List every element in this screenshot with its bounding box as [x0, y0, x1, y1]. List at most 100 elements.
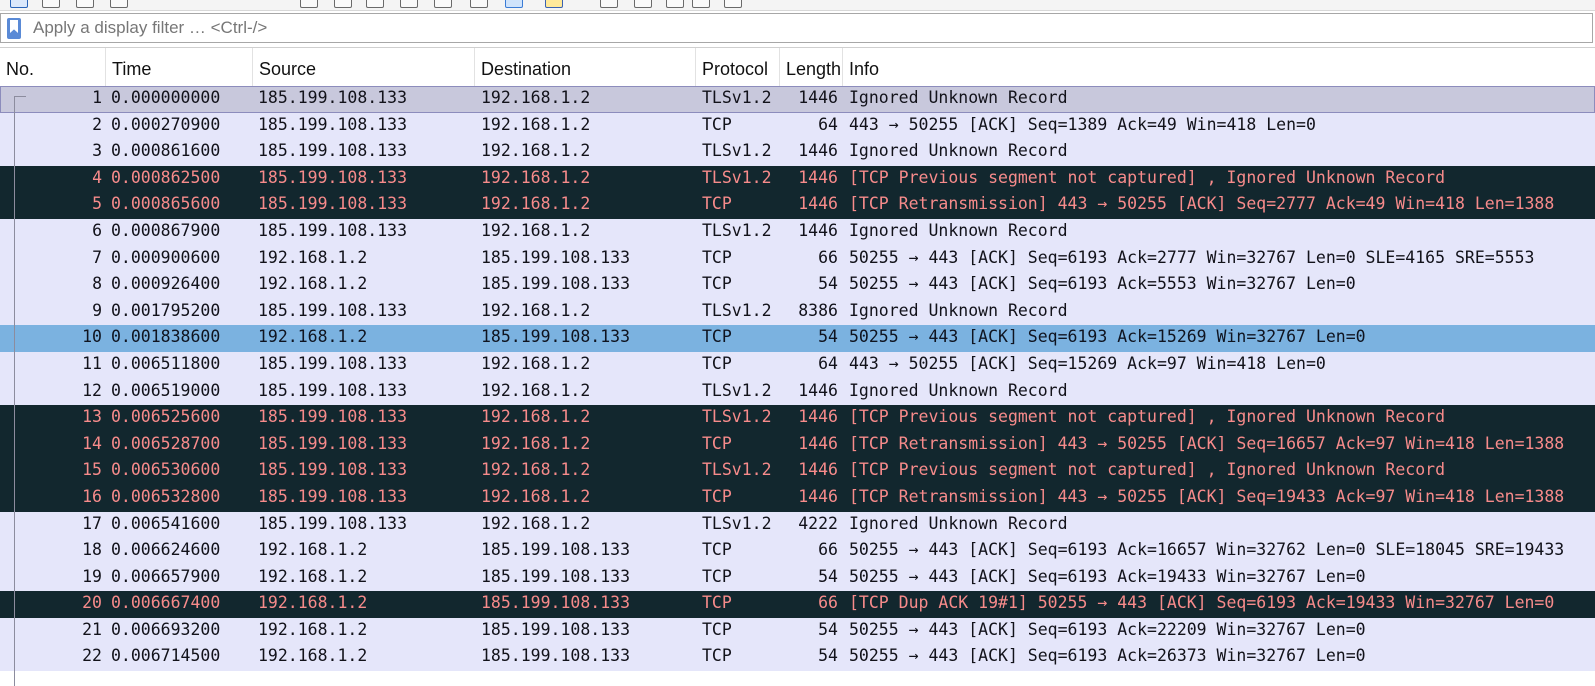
go-back-icon[interactable] [300, 0, 318, 8]
packet-row[interactable]: 3 0.000861600 185.199.108.133 192.168.1.2 TL… [0, 139, 1595, 166]
save-file-icon[interactable] [42, 0, 60, 8]
packet-row[interactable]: 9 0.001795200 185.199.108.133 192.168.1.2 TL… [0, 298, 1595, 326]
first-packet-icon[interactable] [400, 0, 418, 8]
packet-no: 15 [82, 460, 102, 480]
packet-info: 443 → 50255 [ACK] Seq=15269 Ack=97 Win=4… [849, 353, 1326, 373]
packet-source: 192.168.1.2 [258, 566, 368, 586]
column-header-time[interactable]: Time [106, 48, 253, 86]
packet-source: 185.199.108.133 [258, 486, 408, 506]
go-to-packet-icon[interactable] [366, 0, 384, 8]
packet-length: 4222 [798, 513, 838, 533]
close-file-icon[interactable] [76, 0, 94, 8]
packet-row[interactable]: 5 0.000865600 185.199.108.133 192.168.1.2 TC… [0, 192, 1595, 219]
packet-row[interactable]: 19 0.006657900 192.168.1.2 185.199.108.133 T… [0, 564, 1595, 592]
packet-row[interactable]: 21 0.006693200 192.168.1.2 185.199.108.133 T… [0, 617, 1595, 645]
packet-time: 0.006667400 [111, 593, 221, 613]
packet-time: 0.001795200 [111, 300, 221, 320]
packet-time: 0.000000000 [111, 88, 221, 107]
packet-time: 0.000926400 [111, 274, 221, 294]
packet-length: 54 [818, 274, 838, 294]
packet-destination: 185.199.108.133 [481, 646, 631, 666]
column-header-length[interactable]: Length [780, 48, 843, 86]
packet-destination: 185.199.108.133 [481, 247, 631, 267]
packet-info: Ignored Unknown Record [849, 220, 1068, 240]
packet-info: 50255 → 443 [ACK] Seq=6193 Ack=22209 Win… [849, 619, 1366, 639]
packet-row[interactable]: 20 0.006667400 192.168.1.2 185.199.108.133 T… [0, 591, 1595, 618]
zoom-in-icon[interactable] [600, 0, 618, 8]
packet-list-header: No. Time Source Destination Protocol Len… [0, 48, 1595, 87]
packet-row[interactable]: 4 0.000862500 185.199.108.133 192.168.1.2 TL… [0, 165, 1595, 193]
open-file-icon[interactable] [10, 0, 28, 8]
packet-row[interactable]: 8 0.000926400 192.168.1.2 185.199.108.133 TC… [0, 272, 1595, 299]
column-header-destination[interactable]: Destination [475, 48, 696, 86]
packet-info: Ignored Unknown Record [849, 513, 1068, 533]
packet-source: 192.168.1.2 [258, 247, 368, 267]
packet-row[interactable]: 22 0.006714500 192.168.1.2 185.199.108.133 T… [0, 644, 1595, 672]
packet-destination: 192.168.1.2 [481, 194, 591, 214]
packet-row[interactable]: 12 0.006519000 185.199.108.133 192.168.1.2 T… [0, 378, 1595, 406]
packet-row[interactable]: 14 0.006528700 185.199.108.133 192.168.1.2 T… [0, 431, 1595, 459]
packet-time: 0.006532800 [111, 486, 221, 506]
zoom-out-icon[interactable] [634, 0, 652, 8]
packet-info: [TCP Previous segment not captured] , Ig… [849, 407, 1446, 427]
packet-info: [TCP Retransmission] 443 → 50255 [ACK] S… [849, 433, 1565, 453]
packet-info: 50255 → 443 [ACK] Seq=6193 Ack=15269 Win… [849, 327, 1366, 347]
packet-protocol: TCP [702, 646, 732, 666]
column-header-source[interactable]: Source [253, 48, 475, 86]
autoscroll-icon[interactable] [470, 0, 488, 8]
packet-length: 54 [818, 619, 838, 639]
packet-source: 192.168.1.2 [258, 540, 368, 560]
packet-length: 54 [818, 566, 838, 586]
packet-row[interactable]: 6 0.000867900 185.199.108.133 192.168.1.2 TL… [0, 218, 1595, 246]
packet-source: 192.168.1.2 [258, 593, 368, 613]
packet-destination: 185.199.108.133 [481, 593, 631, 613]
last-packet-icon[interactable] [434, 0, 452, 8]
packet-source: 185.199.108.133 [258, 141, 408, 161]
packet-row[interactable]: 17 0.006541600 185.199.108.133 192.168.1.2 T… [0, 511, 1595, 539]
reload-icon[interactable] [110, 0, 128, 8]
packet-source: 192.168.1.2 [258, 327, 368, 347]
expand-icon[interactable] [724, 0, 742, 8]
packet-time: 0.000865600 [111, 194, 221, 214]
packet-row[interactable]: 15 0.006530600 185.199.108.133 192.168.1.2 T… [0, 458, 1595, 485]
normal-size-icon[interactable] [666, 0, 684, 8]
packet-row[interactable]: 10 0.001838600 192.168.1.2 185.199.108.133 T… [0, 325, 1595, 352]
go-forward-icon[interactable] [334, 0, 352, 8]
packet-info: [TCP Retransmission] 443 → 50255 [ACK] S… [849, 486, 1565, 506]
packet-info: Ignored Unknown Record [849, 300, 1068, 320]
packet-protocol: TLSv1.2 [702, 460, 772, 480]
packet-row[interactable]: 16 0.006532800 185.199.108.133 192.168.1.2 T… [0, 484, 1595, 512]
packet-length: 1446 [798, 88, 838, 107]
packet-no: 1 [92, 88, 102, 107]
packet-destination: 192.168.1.2 [481, 141, 591, 161]
packet-protocol: TLSv1.2 [702, 141, 772, 161]
highlight-icon[interactable] [545, 0, 563, 8]
packet-source: 185.199.108.133 [258, 353, 408, 373]
resize-columns-icon[interactable] [692, 0, 710, 8]
packet-no: 6 [92, 220, 102, 240]
colorize-icon[interactable] [505, 0, 523, 8]
related-packet-hook [14, 96, 26, 97]
packet-length: 1446 [798, 460, 838, 480]
packet-row[interactable]: 13 0.006525600 185.199.108.133 192.168.1.2 T… [0, 405, 1595, 432]
column-header-protocol[interactable]: Protocol [696, 48, 780, 86]
packet-time: 0.000867900 [111, 220, 221, 240]
packet-source: 185.199.108.133 [258, 513, 408, 533]
column-header-no[interactable]: No. [0, 48, 106, 86]
packet-protocol: TCP [702, 274, 732, 294]
packet-protocol: TLSv1.2 [702, 513, 772, 533]
packet-row[interactable]: 1 0.000000000 185.199.108.133 192.168.1.2 TL… [0, 86, 1595, 113]
packet-info: [TCP Dup ACK 19#1] 50255 → 443 [ACK] Seq… [849, 593, 1555, 613]
packet-info: [TCP Retransmission] 443 → 50255 [ACK] S… [849, 194, 1555, 214]
packet-destination: 192.168.1.2 [481, 114, 591, 134]
column-header-info[interactable]: Info [843, 48, 1595, 86]
packet-protocol: TCP [702, 486, 732, 506]
packet-time: 0.006693200 [111, 619, 221, 639]
packet-row[interactable]: 11 0.006511800 185.199.108.133 192.168.1.2 T… [0, 351, 1595, 379]
display-filter-input[interactable] [27, 17, 1589, 39]
packet-row[interactable]: 7 0.000900600 192.168.1.2 185.199.108.133 TC… [0, 245, 1595, 273]
packet-row[interactable]: 2 0.000270900 185.199.108.133 192.168.1.2 TC… [0, 112, 1595, 140]
bookmark-icon[interactable] [7, 18, 21, 39]
packet-length: 54 [818, 327, 838, 347]
packet-row[interactable]: 18 0.006624600 192.168.1.2 185.199.108.133 T… [0, 538, 1595, 565]
